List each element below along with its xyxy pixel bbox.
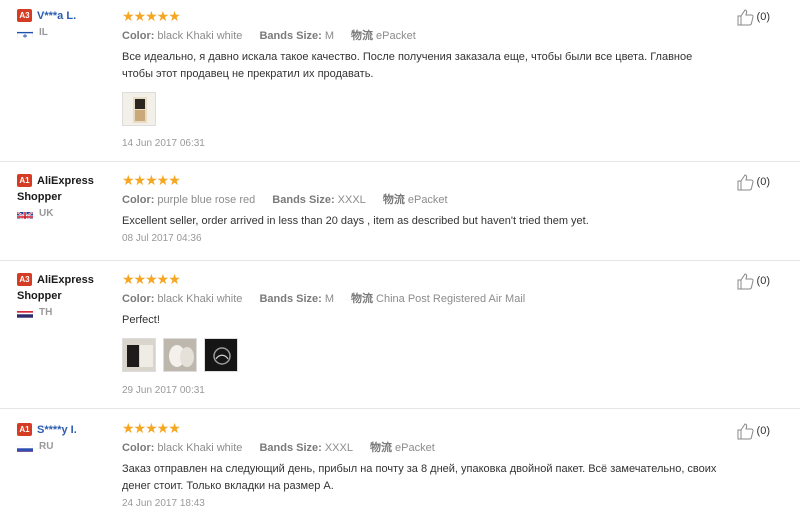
review-date: 24 Jun 2017 18:43 [122, 498, 205, 509]
thumbs-up-icon [737, 174, 754, 191]
color-label: Color: [122, 293, 155, 305]
size-value: XXXL [337, 194, 366, 206]
color-value: purple blue rose red [157, 194, 256, 206]
helpful-button[interactable]: (0) [736, 271, 770, 291]
reviewer-info: A1 S****y I. RU [17, 422, 117, 452]
color-value: black Khaki white [157, 293, 243, 305]
shipping-label: 物流 [370, 442, 393, 454]
review-date: 08 Jul 2017 04:36 [122, 233, 202, 244]
order-info: Color: black Khaki white Bands Size: XXXL … [122, 441, 722, 455]
buyer-level-badge: A1 [17, 423, 32, 436]
color-label: Color: [122, 30, 155, 42]
order-info: Color: black Khaki white Bands Size: M 物流 e… [122, 29, 722, 43]
review-text: Excellent seller, order arrived in less … [122, 215, 589, 227]
flag-russia-icon [17, 442, 33, 452]
reviewer-info: A3 V***a L. IL [17, 8, 117, 38]
shipping-value: ePacket [376, 30, 416, 42]
flag-israel-icon [17, 28, 33, 38]
size-value: XXXL [324, 442, 353, 454]
reviewer-country: IL [39, 27, 48, 38]
order-info: Color: purple blue rose red Bands Size: XX… [122, 193, 722, 207]
review-date: 14 Jun 2017 06:31 [122, 138, 205, 149]
thumbs-up-icon [737, 423, 754, 440]
buyer-level-badge: A3 [17, 9, 32, 22]
reviewer-country: UK [39, 208, 54, 219]
reviewer-country: RU [39, 441, 54, 452]
color-label: Color: [122, 442, 155, 454]
review-photos [122, 92, 722, 126]
review-item: A1 S****y I. RU ★★★★★ Color: black Khaki w… [0, 410, 800, 517]
rating-stars: ★★★★★ [122, 172, 181, 188]
review-text: Заказ отправлен на следующий день, прибы… [122, 463, 717, 492]
buyer-level-badge: A1 [17, 174, 32, 187]
shipping-value: China Post Registered Air Mail [376, 293, 526, 305]
reviewer-name[interactable]: S****y I. [37, 424, 77, 436]
helpful-count: (0) [756, 11, 770, 23]
size-value: M [324, 30, 334, 42]
shipping-label: 物流 [351, 30, 374, 42]
review-photos [122, 338, 722, 372]
color-value: black Khaki white [157, 30, 243, 42]
review-item: A1 AliExpress Shopper UK ★★★★★ Color: purp… [0, 163, 800, 261]
review-item: A3 V***a L. IL ★★★★★ Color: black Khaki wh… [0, 0, 800, 162]
size-label: Bands Size: [272, 194, 335, 206]
shipping-value: ePacket [407, 194, 448, 206]
rating-stars: ★★★★★ [122, 271, 181, 287]
review-photo-thumbnail[interactable] [122, 92, 156, 126]
order-info: Color: black Khaki white Bands Size: M 物流 C… [122, 292, 722, 306]
shipping-value: ePacket [395, 442, 435, 454]
flag-thailand-icon [17, 308, 33, 318]
rating-stars: ★★★★★ [122, 8, 181, 24]
review-photo-thumbnail[interactable] [204, 338, 238, 372]
flag-uk-icon [17, 209, 33, 219]
shipping-label: 物流 [351, 293, 374, 305]
reviewer-info: A1 AliExpress Shopper UK [17, 173, 117, 219]
buyer-level-badge: A3 [17, 273, 32, 286]
review-date: 29 Jun 2017 00:31 [122, 385, 205, 396]
review-text: Perfect! [122, 314, 160, 326]
thumbs-up-icon [737, 9, 754, 26]
reviewer-country: TH [39, 307, 53, 318]
color-label: Color: [122, 194, 155, 206]
helpful-count: (0) [756, 425, 770, 437]
color-value: black Khaki white [157, 442, 243, 454]
helpful-button[interactable]: (0) [736, 172, 770, 192]
thumbs-up-icon [737, 273, 754, 290]
review-text: Все идеально, я давно искала такое качес… [122, 51, 693, 80]
rating-stars: ★★★★★ [122, 420, 181, 436]
helpful-count: (0) [756, 176, 770, 188]
helpful-button[interactable]: (0) [736, 421, 770, 441]
reviewer-info: A3 AliExpress Shopper TH [17, 272, 117, 318]
shipping-label: 物流 [382, 194, 405, 206]
helpful-button[interactable]: (0) [736, 7, 770, 27]
size-label: Bands Size: [259, 30, 322, 42]
review-item: A3 AliExpress Shopper TH ★★★★★ Color: blac… [0, 262, 800, 409]
size-value: M [324, 293, 334, 305]
reviewer-name[interactable]: V***a L. [37, 10, 76, 22]
size-label: Bands Size: [259, 293, 322, 305]
helpful-count: (0) [756, 275, 770, 287]
size-label: Bands Size: [259, 442, 322, 454]
review-photo-thumbnail[interactable] [163, 338, 197, 372]
review-photo-thumbnail[interactable] [122, 338, 156, 372]
